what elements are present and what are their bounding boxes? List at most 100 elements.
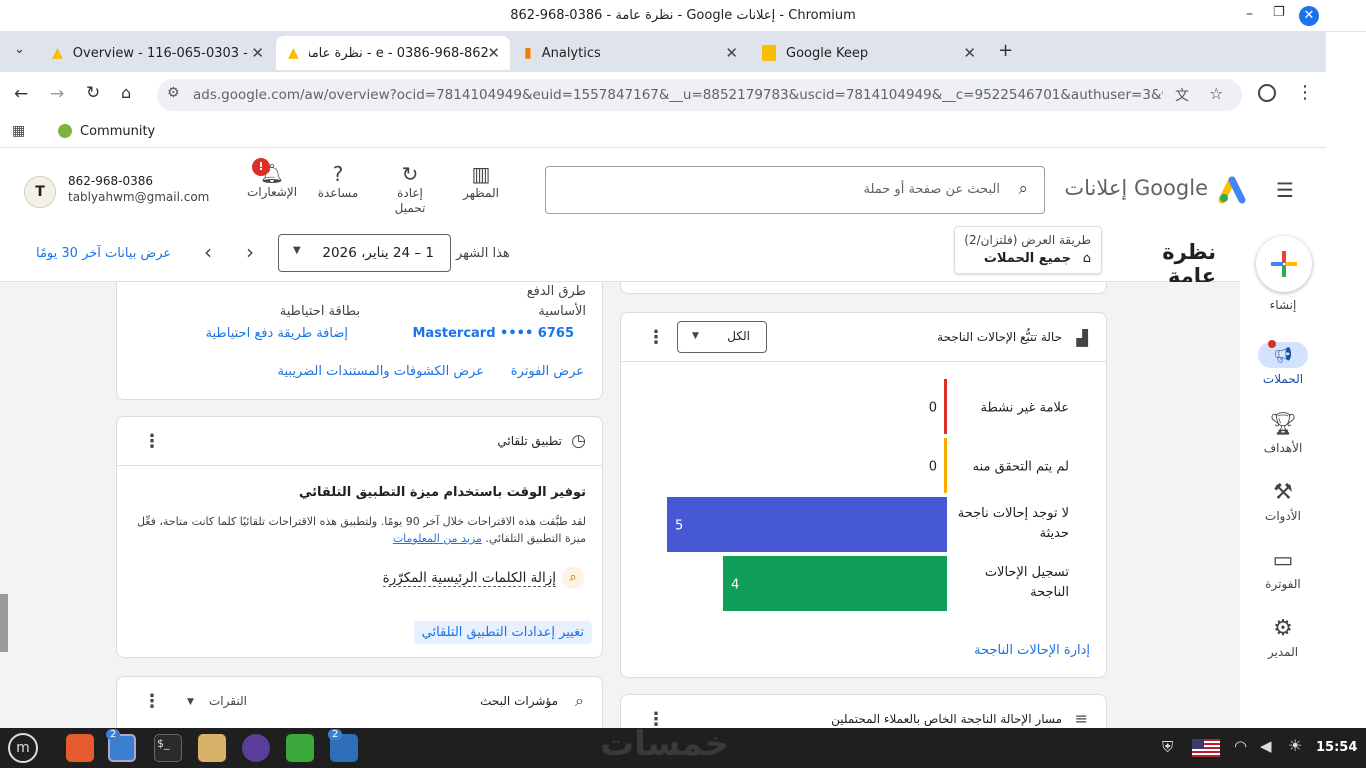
menu-kebab-icon[interactable]: ⋮ (1296, 82, 1314, 103)
wifi-icon[interactable]: ◠ (1234, 737, 1247, 755)
plus-icon (1271, 251, 1297, 277)
auto-apply-body-text: لقد طبَّقت هذه الاقتراحات خلال آخر 90 يو… (136, 515, 586, 545)
billing-card: طرق الدفع الأساسية بطاقة احتياطية Master… (116, 282, 603, 400)
next-period-icon[interactable]: › (246, 240, 254, 264)
reload-icon[interactable]: ↻ (86, 83, 100, 103)
card-top-remnant (620, 282, 1107, 294)
nav-admin[interactable]: ⚙ المدير (1240, 616, 1326, 659)
nav-tools[interactable]: ⚒ الأدوات (1240, 480, 1326, 523)
bookmark-star-icon[interactable]: ☆ (1209, 84, 1223, 103)
files-icon[interactable] (198, 734, 226, 762)
add-backup-link[interactable]: إضافة طريقة دفع احتياطية (206, 326, 349, 341)
google-ads-logo (1218, 174, 1248, 204)
terminal-icon[interactable]: $_ (154, 734, 182, 762)
nav-create[interactable]: إنشاء (1240, 298, 1326, 312)
more-options-icon[interactable]: ⋮ (143, 431, 161, 452)
bookmarks-bar: ▦ Community (0, 118, 1326, 148)
restore-icon[interactable]: ❐ (1273, 5, 1285, 20)
divider (621, 361, 1106, 362)
metric-selector-label[interactable]: النقرات (209, 694, 247, 708)
notifications-button[interactable]: 🔔︎ الإشعارات ! (244, 158, 300, 200)
gear-icon: ⚙ (1273, 616, 1293, 641)
nav-campaigns[interactable]: 📢︎ الحملات (1240, 340, 1326, 386)
tab-overview[interactable]: ▲ Overview - 116-065-0303 - Go ✕ (40, 36, 274, 70)
tab-label: e - 0386-968-862 - نظرة عامة (308, 45, 489, 61)
trophy-icon: 🏆︎ (1269, 412, 1297, 437)
hamburger-icon[interactable]: ☰ (1276, 178, 1294, 202)
back-icon[interactable]: ← (14, 84, 28, 104)
menu-launcher-icon[interactable]: m (8, 733, 38, 763)
auto-apply-heading: توفير الوقت باستخدام ميزة التطبيق التلقا… (298, 485, 586, 500)
home-icon[interactable]: ⌂ (121, 83, 131, 102)
appearance-label: المظهر (463, 186, 499, 200)
more-options-icon[interactable]: ⋮ (647, 327, 665, 348)
account-avatar[interactable]: T (24, 176, 56, 208)
close-window-icon[interactable]: ✕ (1299, 6, 1319, 26)
tab-label: Analytics (541, 45, 601, 61)
nav-goals[interactable]: 🏆︎ الأهداف (1240, 412, 1326, 455)
spreadsheet-icon[interactable] (286, 734, 314, 762)
search-icon: ⌕ (1018, 179, 1028, 199)
help-label: مساعدة (317, 186, 359, 200)
forward-icon[interactable]: → (50, 84, 64, 104)
tab-keep[interactable]: Google Keep ✕ (750, 36, 986, 70)
tab-active-overview[interactable]: ▲ e - 0386-968-862 - نظرة عامة ✕ (276, 36, 510, 70)
media-player-icon[interactable] (242, 734, 270, 762)
bookmark-community[interactable]: Community (80, 124, 155, 139)
nav-billing[interactable]: ▭ الفوترة (1240, 548, 1326, 591)
help-button[interactable]: ? مساعدة (313, 162, 363, 201)
chart-bar (944, 379, 947, 434)
dropdown-arrow-icon[interactable]: ▼ (187, 697, 194, 707)
browser-window-count: 2 (106, 729, 121, 740)
view-statements-link[interactable]: عرض الكشوفات والمستندات الضريبية (278, 364, 484, 379)
tab-search-icon[interactable]: ⌄ (14, 42, 25, 57)
learn-more-link[interactable]: مزيد من المعلومات (393, 532, 482, 545)
create-button[interactable] (1256, 236, 1312, 292)
more-options-icon[interactable]: ⋮ (143, 691, 161, 712)
volume-icon[interactable]: ◀︎ (1260, 737, 1272, 755)
side-scroll-handle[interactable] (0, 594, 8, 652)
brightness-icon[interactable]: ☀ (1288, 736, 1302, 755)
date-range-picker[interactable]: ▼ 1 – 24 يناير، 2026 (278, 234, 451, 272)
suggestion-text[interactable]: إزالة الكلمات الرئيسية المكرّرة (382, 570, 556, 587)
translate-icon[interactable]: 文 (1175, 85, 1189, 105)
reload-data-button[interactable]: ↻ إعادة تحميل (385, 162, 435, 216)
shield-icon[interactable]: ⛨ (1162, 738, 1173, 756)
new-tab-icon[interactable]: + (998, 40, 1013, 61)
primary-label: الأساسية (538, 304, 586, 319)
change-settings-button[interactable]: تغيير إعدادات التطبيق التلقائي (413, 621, 592, 644)
search-placeholder: البحث عن صفحة أو حملة (863, 182, 1000, 197)
chart-bar (944, 438, 947, 493)
profile-icon[interactable] (1258, 84, 1276, 102)
campaign-selector[interactable]: طريقة العرض (فلتزان/2) ⌂ جميع الحملات (954, 226, 1102, 274)
previous-period-icon[interactable]: ‹ (204, 240, 212, 264)
page-subheader: نظرة عامة طريقة العرض (فلتزان/2) ⌂ جميع … (0, 226, 1326, 288)
appearance-button[interactable]: ▥ المظهر (456, 162, 506, 201)
chart-value-label: 0 (929, 460, 937, 475)
search-box[interactable]: ⌕ البحث عن صفحة أو حملة (545, 166, 1045, 214)
close-tab-icon[interactable]: ✕ (487, 44, 500, 62)
close-tab-icon[interactable]: ✕ (963, 44, 976, 62)
page-title: نظرة عامة (1162, 240, 1216, 288)
backup-label: بطاقة احتياطية (279, 304, 360, 319)
last30-link[interactable]: عرض بيانات آخر 30 يومًا (36, 246, 171, 261)
clock: 15:54 (1316, 740, 1358, 755)
close-tab-icon[interactable]: ✕ (725, 44, 738, 62)
minimize-icon[interactable]: – (1246, 6, 1253, 22)
tab-analytics[interactable]: ▮ Analytics ✕ (512, 36, 748, 70)
history-icon: ◷ (571, 431, 586, 451)
nav-rail: إنشاء 📢︎ الحملات 🏆︎ الأهداف ⚒ الأدوات ▭ … (1240, 226, 1326, 728)
site-info-icon[interactable]: ⚙ (167, 85, 180, 101)
keyboard-layout-flag[interactable] (1192, 739, 1220, 757)
manage-conversions-link[interactable]: إدارة الإحالات الناجحة (974, 643, 1090, 658)
firefox-icon[interactable] (66, 734, 94, 762)
chart-value-label: 4 (731, 578, 739, 593)
close-tab-icon[interactable]: ✕ (251, 44, 264, 62)
address-bar[interactable]: ⚙ ads.google.com/aw/overview?ocid=781410… (157, 79, 1242, 111)
apps-grid-icon[interactable]: ▦ (12, 123, 25, 139)
dropdown-arrow-icon: ▼ (692, 331, 699, 341)
card-number[interactable]: Mastercard •••• 6765 (412, 326, 574, 341)
account-phone: 862-968-0386 (68, 174, 154, 188)
view-invoice-link[interactable]: عرض الفوترة (511, 364, 584, 379)
status-filter-dropdown[interactable]: ▼ الكل (677, 321, 767, 353)
